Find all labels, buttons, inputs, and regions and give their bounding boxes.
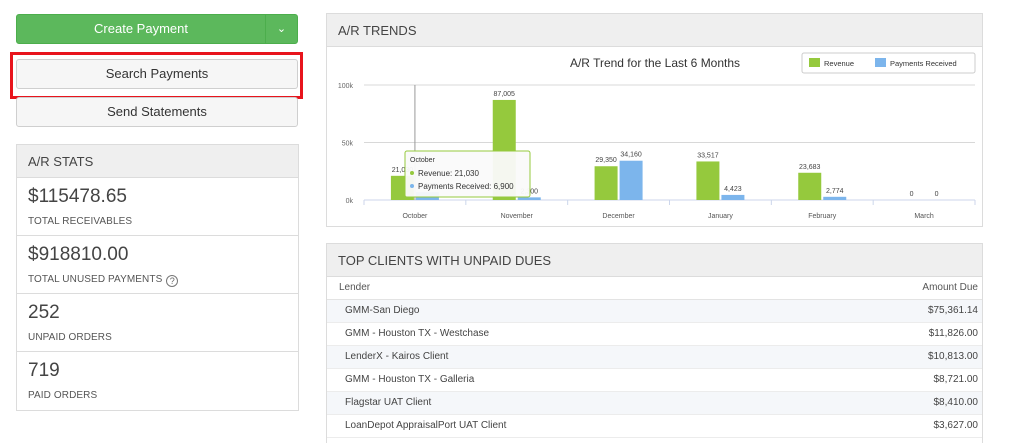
data-label: 87,005 xyxy=(494,91,516,98)
stat-value: 252 xyxy=(28,302,60,323)
x-tick-label: December xyxy=(602,213,635,220)
data-label: 33,517 xyxy=(697,152,719,159)
amount-cell: $11,826.00 xyxy=(928,328,978,339)
stat-value: 719 xyxy=(28,360,60,381)
x-tick-label: February xyxy=(808,213,837,220)
amount-cell: $8,410.00 xyxy=(933,397,979,408)
x-tick-label: November xyxy=(501,213,534,220)
y-tick-label: 50k xyxy=(342,141,354,148)
ar-stats-title: A/R STATS xyxy=(17,145,298,178)
tooltip-line-payments: Payments Received: 6,900 xyxy=(418,182,514,191)
bar-revenue xyxy=(594,166,618,200)
stat-label: TOTAL UNUSED PAYMENTS xyxy=(28,274,163,285)
top-clients-panel: TOP CLIENTS WITH UNPAID DUES Lender Amou… xyxy=(326,243,983,443)
y-tick-label: 0k xyxy=(346,198,354,205)
search-payments-button[interactable]: Search Payments xyxy=(16,59,298,89)
amount-cell: $10,813.00 xyxy=(927,351,978,362)
stat-value: $918810.00 xyxy=(28,244,129,265)
table-row[interactable]: Flagstar UAT Client $8,410.00 xyxy=(327,392,982,415)
stat-label: TOTAL RECEIVABLES xyxy=(28,216,133,227)
ar-trends-title: A/R TRENDS xyxy=(327,14,982,47)
data-label: 2,774 xyxy=(826,188,844,195)
ar-stats-panel: A/R STATS $115478.65 TOTAL RECEIVABLES $… xyxy=(16,144,299,411)
create-payment-label: Create Payment xyxy=(94,21,188,36)
y-tick-label: 100k xyxy=(338,83,354,90)
stat-label: PAID ORDERS xyxy=(28,390,98,401)
legend-label-revenue: Revenue xyxy=(824,59,854,68)
column-lender[interactable]: Lender xyxy=(339,282,370,293)
data-label: 23,683 xyxy=(799,164,821,171)
data-label: 0 xyxy=(935,191,939,198)
stat-value: $115478.65 xyxy=(28,186,127,207)
create-payment-button[interactable]: Create Payment ⌄ xyxy=(16,14,298,44)
table-row[interactable]: GMM - Houston TX - Galleria $8,721.00 xyxy=(327,369,982,392)
lender-cell: Flagstar UAT Client xyxy=(345,397,432,408)
tooltip-title: October xyxy=(410,157,436,164)
bar-payments-received xyxy=(721,194,745,200)
data-label: 0 xyxy=(910,191,914,198)
legend-swatch-payments xyxy=(875,58,886,67)
bar-payments-received xyxy=(823,196,847,200)
stat-total-receivables: $115478.65 TOTAL RECEIVABLES xyxy=(17,178,298,236)
bar-payments-received xyxy=(619,160,643,200)
table-header: Lender Amount Due xyxy=(327,277,982,300)
stat-unpaid-orders: 252 UNPAID ORDERS xyxy=(17,294,298,352)
tooltip-line-revenue: Revenue: 21,030 xyxy=(418,169,479,178)
tooltip-marker-revenue xyxy=(410,171,414,175)
table-row[interactable]: GMM - Houston TX - Westchase $11,826.00 xyxy=(327,323,982,346)
legend-swatch-revenue xyxy=(809,58,820,67)
table-row[interactable]: LoanDepot AppraisalPort UAT Client $3,627… xyxy=(327,415,982,438)
amount-cell: $8,721.00 xyxy=(933,374,979,385)
x-tick-label: January xyxy=(708,213,733,220)
stat-label: UNPAID ORDERS xyxy=(28,332,112,343)
stat-paid-orders: 719 PAID ORDERS xyxy=(17,352,298,410)
amount-cell: $3,627.00 xyxy=(933,420,979,431)
table-row[interactable]: GMM-San Diego $75,361.14 xyxy=(327,300,982,323)
x-tick-label: March xyxy=(914,213,934,220)
stat-label-wrap: TOTAL UNUSED PAYMENTS? xyxy=(28,274,179,287)
data-label: 34,160 xyxy=(620,152,642,159)
table-row[interactable]: LenderX - Kairos Client $10,813.00 xyxy=(327,346,982,369)
ar-trends-panel: A/R TRENDS A/R Trend for the Last 6 Mont… xyxy=(326,13,983,227)
top-clients-title: TOP CLIENTS WITH UNPAID DUES xyxy=(327,244,982,277)
clients-table-body: GMM-San Diego $75,361.14 GMM - Houston TX … xyxy=(327,300,982,438)
stat-total-unused-payments: $918810.00 TOTAL UNUSED PAYMENTS? xyxy=(17,236,298,294)
chart-title: A/R Trend for the Last 6 Months xyxy=(570,56,740,70)
chevron-down-icon[interactable]: ⌄ xyxy=(265,15,297,43)
help-icon[interactable]: ? xyxy=(166,275,179,287)
data-label: 4,423 xyxy=(724,186,742,193)
bar-revenue xyxy=(798,172,822,200)
send-statements-button[interactable]: Send Statements xyxy=(16,97,298,127)
lender-cell: GMM-San Diego xyxy=(345,305,420,316)
ar-trend-chart: A/R Trend for the Last 6 Months 0k 50k 100k… xyxy=(338,52,976,220)
tooltip-marker-payments xyxy=(410,184,414,188)
bar-payments-received xyxy=(517,197,541,200)
bar-revenue xyxy=(696,161,720,200)
column-amount-due[interactable]: Amount Due xyxy=(922,277,978,299)
legend-label-payments: Payments Received xyxy=(890,59,957,68)
lender-cell: GMM - Houston TX - Westchase xyxy=(345,328,490,339)
lender-cell: LoanDepot AppraisalPort UAT Client xyxy=(345,420,507,431)
x-tick-label: October xyxy=(402,213,428,220)
lender-cell: LenderX - Kairos Client xyxy=(345,351,449,362)
lender-cell: GMM - Houston TX - Galleria xyxy=(345,374,475,385)
data-label: 29,350 xyxy=(595,157,617,164)
amount-cell: $75,361.14 xyxy=(927,305,978,316)
